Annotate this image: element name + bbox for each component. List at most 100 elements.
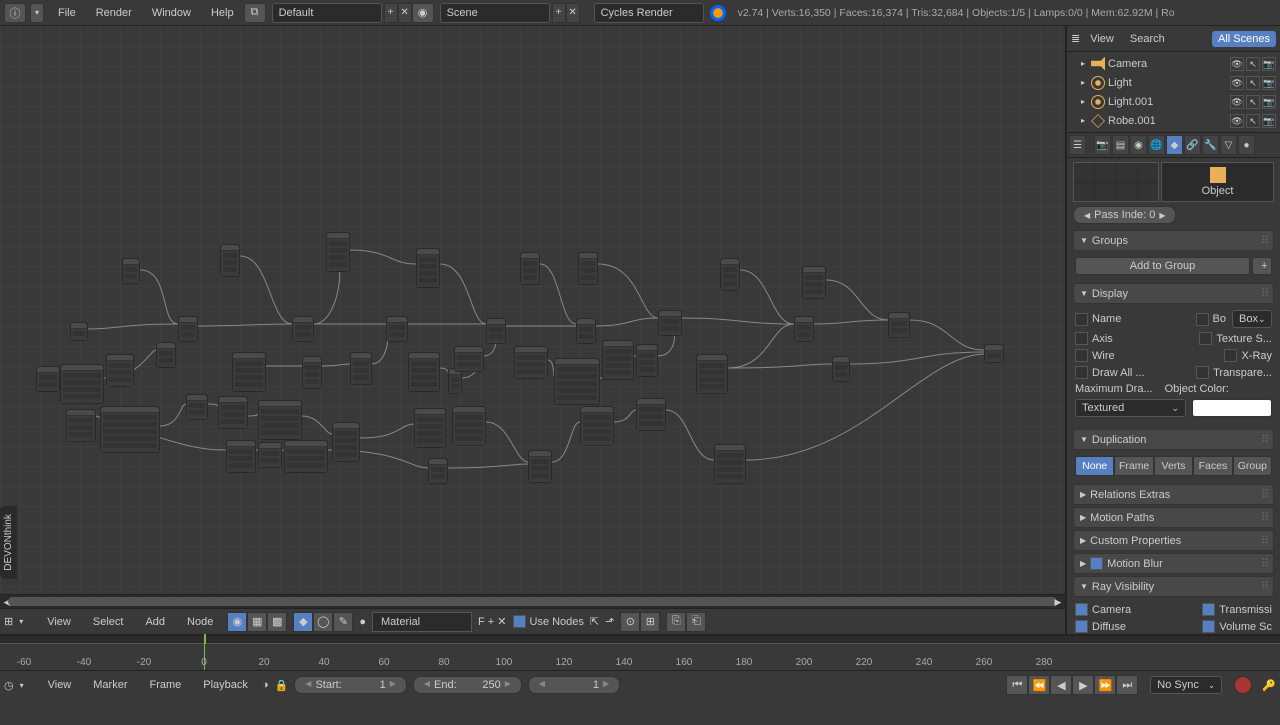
menu-help[interactable]: Help: [201, 7, 244, 19]
snap-type-icon[interactable]: ⊞: [640, 612, 660, 632]
add-to-group-button[interactable]: Add to Group: [1075, 257, 1250, 275]
restrict-select-icon[interactable]: ↖: [1246, 57, 1260, 71]
shader-node[interactable]: [258, 442, 282, 468]
panel-display-header[interactable]: ▼Display⠿: [1073, 283, 1274, 304]
scene-dropdown[interactable]: Scene: [440, 3, 550, 23]
shader-node[interactable]: [156, 342, 176, 368]
restrict-select-icon[interactable]: ↖: [1246, 95, 1260, 109]
display-wire-check[interactable]: Wire: [1075, 349, 1115, 362]
shader-node[interactable]: [520, 252, 540, 285]
shader-node[interactable]: [386, 316, 408, 342]
disclosure-icon[interactable]: ▸: [1081, 97, 1091, 106]
restrict-view-icon[interactable]: 👁: [1230, 76, 1244, 90]
object-context[interactable]: Object: [1161, 162, 1274, 202]
editor-type-nodes-icon[interactable]: ⊞: [4, 615, 13, 628]
scene-tab-icon[interactable]: ◉: [1130, 135, 1147, 155]
restrict-view-icon[interactable]: 👁: [1230, 114, 1244, 128]
shader-node[interactable]: [218, 396, 248, 429]
shader-node[interactable]: [720, 258, 740, 291]
shader-node[interactable]: [416, 248, 440, 288]
panel-ray-visibility-header[interactable]: ▼Ray Visibility⠿: [1073, 576, 1274, 597]
texture-tree-icon[interactable]: ▩: [267, 612, 287, 632]
shader-node[interactable]: [984, 344, 1004, 363]
outliner-item[interactable]: ▸Robe.001👁↖📷: [1067, 111, 1280, 130]
tl-menu-view[interactable]: View: [40, 679, 80, 691]
display-xray-check[interactable]: X-Ray: [1224, 349, 1272, 362]
object-color-swatch[interactable]: [1192, 399, 1272, 417]
context-path-preview[interactable]: [1073, 162, 1159, 202]
outliner-menu-search[interactable]: Search: [1124, 33, 1171, 45]
restrict-render-icon[interactable]: 📷: [1262, 76, 1276, 90]
outliner-item[interactable]: ▸Light👁↖📷: [1067, 73, 1280, 92]
screen-layout-icon[interactable]: ⧉: [244, 3, 266, 23]
shader-node[interactable]: [122, 258, 140, 284]
outliner-item[interactable]: ▸Camera👁↖📷: [1067, 54, 1280, 73]
scene-delete-icon[interactable]: ✕: [566, 3, 580, 23]
shader-tree-icon[interactable]: ◉: [227, 612, 247, 632]
shader-node[interactable]: [326, 232, 350, 272]
paste-nodes-icon[interactable]: ⎗: [686, 612, 706, 632]
keying-set-icon[interactable]: 🔑: [1262, 679, 1276, 692]
bounds-type-dropdown[interactable]: Box: [1232, 310, 1272, 328]
shader-node[interactable]: [66, 409, 96, 442]
devonthink-tab[interactable]: DEVONthink: [0, 506, 17, 579]
shader-node[interactable]: [36, 366, 60, 392]
snap-icon[interactable]: ⊙: [620, 612, 640, 632]
panel-motion-paths-header[interactable]: ▶Motion Paths⠿: [1073, 507, 1274, 528]
material-tab-icon[interactable]: ●: [1238, 135, 1255, 155]
ray-volume-scatter-check[interactable]: Volume Sc: [1202, 620, 1272, 633]
jump-start-icon[interactable]: ⏮: [1006, 675, 1028, 695]
shader-node[interactable]: [486, 318, 506, 344]
dupli-none-button[interactable]: None: [1075, 456, 1114, 476]
restrict-render-icon[interactable]: 📷: [1262, 95, 1276, 109]
keyframe-next-icon[interactable]: ⏩: [1094, 675, 1116, 695]
shader-node[interactable]: [350, 352, 372, 385]
jump-end-icon[interactable]: ⏭: [1116, 675, 1138, 695]
node-menu-add[interactable]: Add: [137, 616, 173, 628]
shader-node[interactable]: [70, 322, 88, 341]
shader-node[interactable]: [428, 458, 448, 484]
shader-node[interactable]: [220, 244, 240, 277]
data-tab-icon[interactable]: ▽: [1220, 135, 1237, 155]
panel-groups-header[interactable]: ▼Groups⠿: [1073, 230, 1274, 251]
shader-node[interactable]: [60, 364, 104, 404]
outliner-menu-view[interactable]: View: [1084, 33, 1120, 45]
timeline-scrub-dark[interactable]: [0, 636, 1280, 644]
ray-camera-check[interactable]: Camera: [1075, 603, 1131, 616]
disclosure-icon[interactable]: ▸: [1081, 116, 1091, 125]
timeline-editor-icon[interactable]: ◷: [4, 679, 14, 692]
outliner-editor-icon[interactable]: ≣: [1071, 32, 1080, 45]
node-editor-hscrollbar[interactable]: ◀ ▶: [0, 594, 1065, 608]
shader-node[interactable]: [714, 444, 746, 484]
world-shader-icon[interactable]: ◯: [313, 612, 333, 632]
layout-delete-icon[interactable]: ✕: [398, 3, 412, 23]
restrict-view-icon[interactable]: 👁: [1230, 95, 1244, 109]
shader-node[interactable]: [802, 266, 826, 299]
shader-node[interactable]: [832, 356, 850, 382]
shader-node[interactable]: [602, 340, 634, 380]
shader-node[interactable]: [888, 312, 910, 338]
render-tab-icon[interactable]: 📷: [1094, 135, 1111, 155]
motion-blur-check-icon[interactable]: [1090, 557, 1103, 570]
material-unlink-icon[interactable]: ✕: [497, 616, 506, 628]
linestyle-shader-icon[interactable]: ✎: [333, 612, 353, 632]
display-axis-check[interactable]: Axis: [1075, 332, 1113, 345]
modifiers-tab-icon[interactable]: 🔧: [1202, 135, 1219, 155]
shader-node[interactable]: [580, 406, 614, 446]
shader-node[interactable]: [794, 316, 814, 342]
shader-node[interactable]: [178, 316, 198, 342]
end-frame-field[interactable]: ◀End:250▶: [413, 676, 522, 694]
use-nodes-toggle[interactable]: Use Nodes: [513, 615, 584, 628]
timeline-expand-icon[interactable]: ▾: [20, 681, 34, 690]
display-bounds-check[interactable]: Bo: [1196, 313, 1226, 326]
keyframe-prev-icon[interactable]: ⏪: [1028, 675, 1050, 695]
world-tab-icon[interactable]: 🌐: [1148, 135, 1165, 155]
menu-render[interactable]: Render: [86, 7, 142, 19]
panel-custom-properties-header[interactable]: ▶Custom Properties⠿: [1073, 530, 1274, 551]
shader-node[interactable]: [232, 352, 266, 392]
expand-icon[interactable]: ▾: [19, 617, 33, 626]
disclosure-icon[interactable]: ▸: [1081, 78, 1091, 87]
node-menu-select[interactable]: Select: [85, 616, 132, 628]
constraints-tab-icon[interactable]: 🔗: [1184, 135, 1201, 155]
render-layers-tab-icon[interactable]: ▤: [1112, 135, 1129, 155]
